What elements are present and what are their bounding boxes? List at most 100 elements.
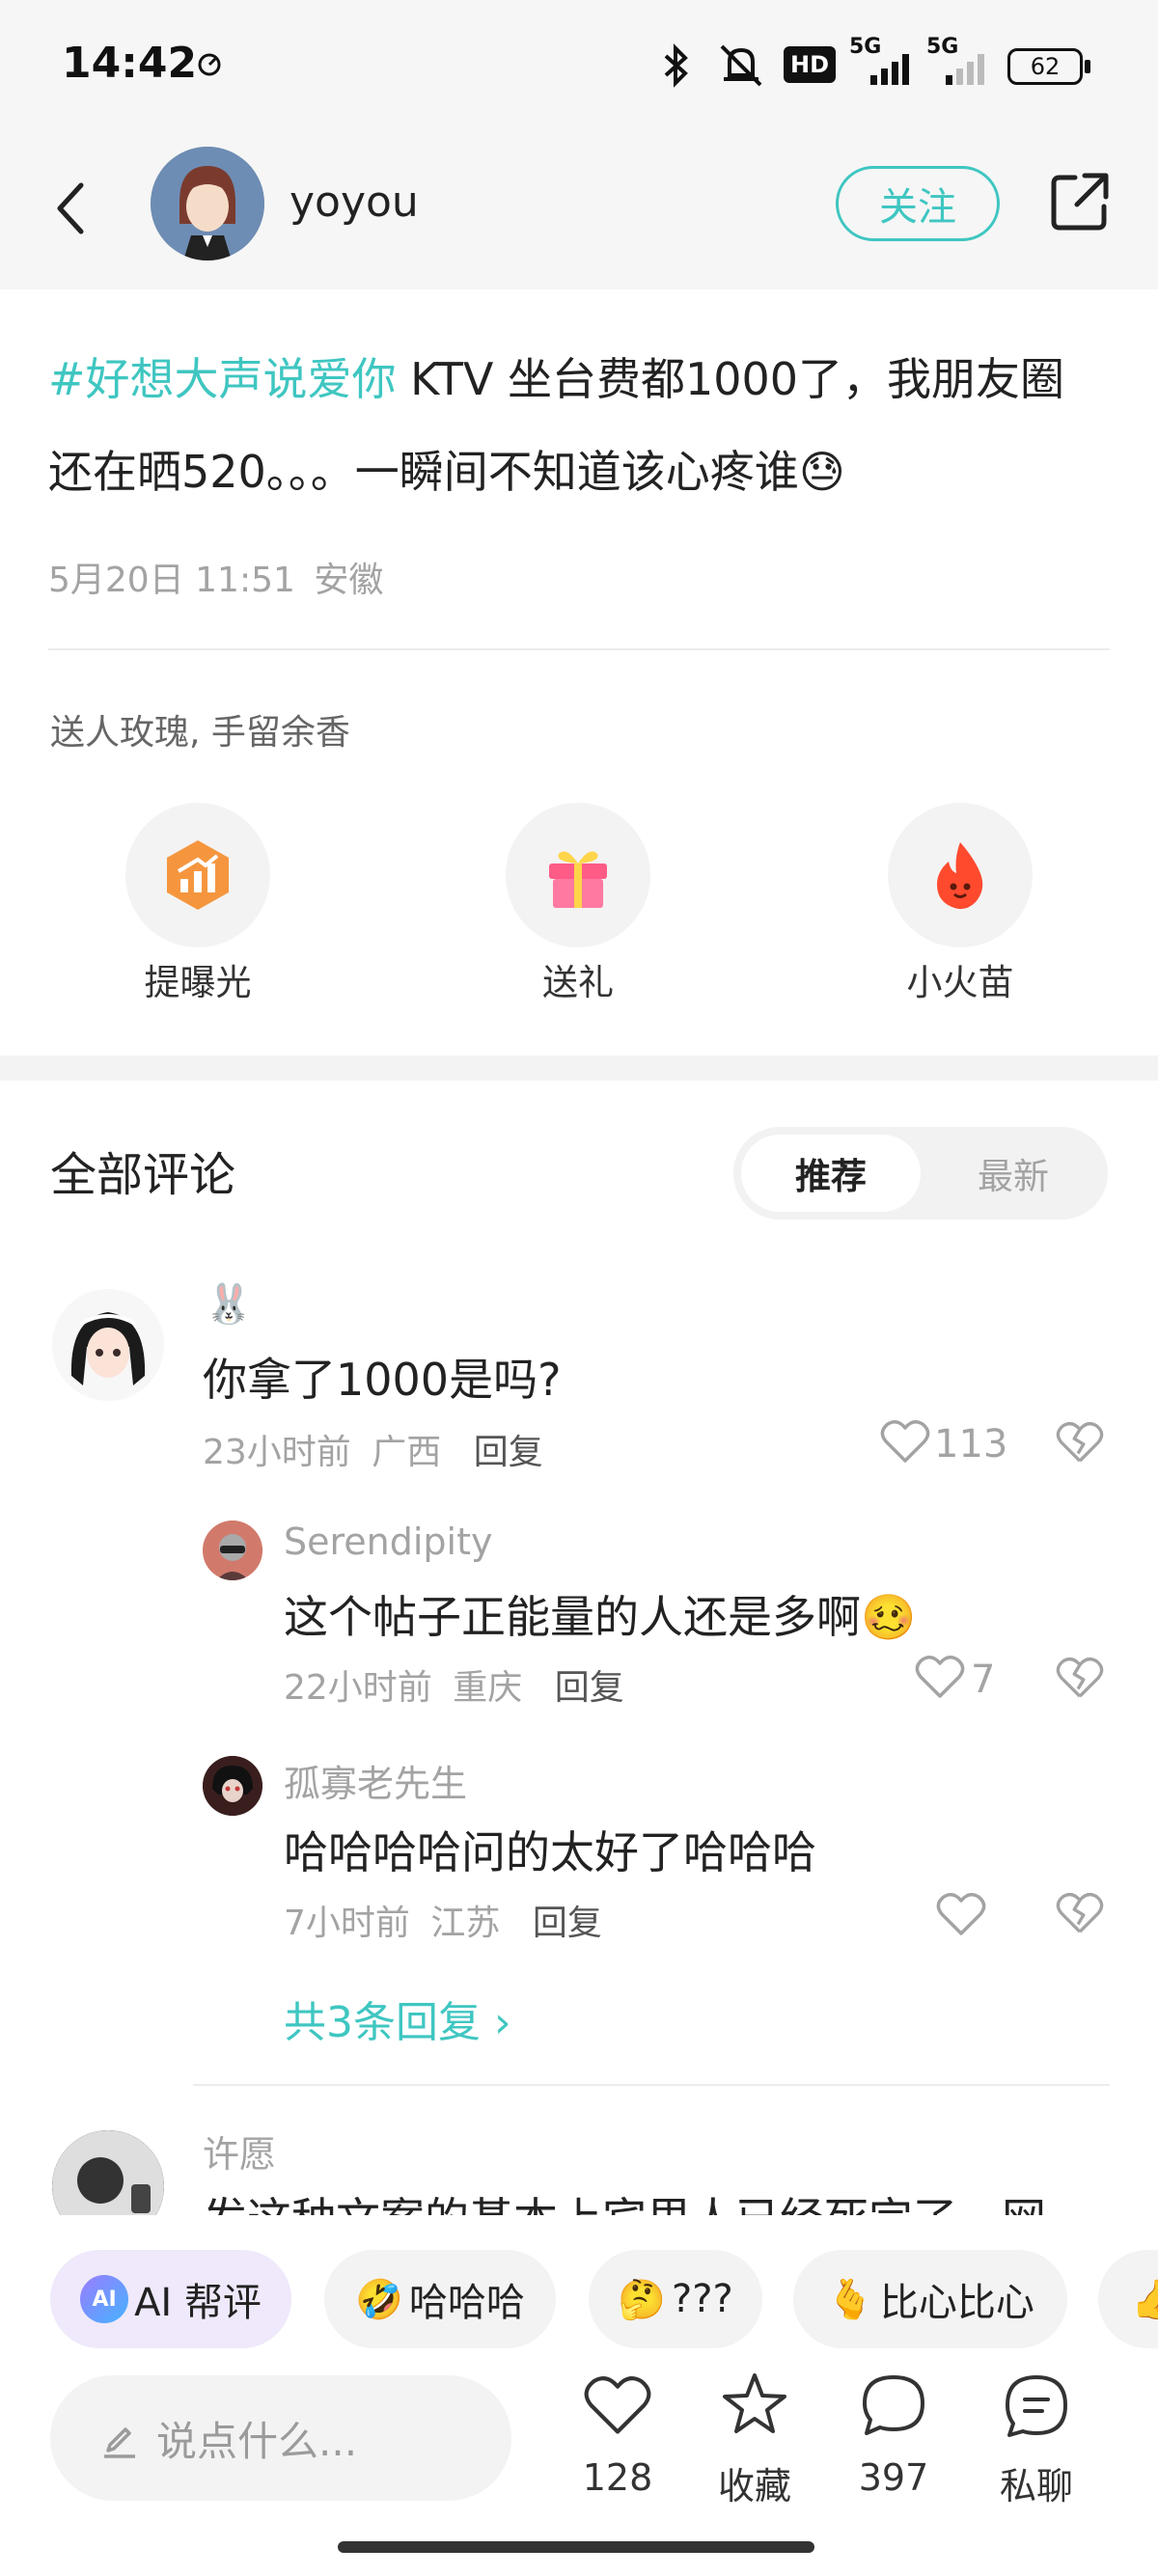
heart-icon bbox=[584, 2376, 651, 2434]
post-line-2: 还在晒520。。。一瞬间不知道该心疼谁😓 bbox=[48, 425, 1119, 518]
comment-text: 发这种文案的基本上宾里人已经死完了，网 bbox=[203, 2184, 1046, 2215]
quick-reply-label: 比心比心 bbox=[879, 2281, 1034, 2325]
like-count: 7 bbox=[971, 1658, 996, 1702]
reply-location: 江苏 bbox=[430, 1904, 501, 1943]
comments-count: 397 bbox=[858, 2456, 929, 2499]
commenter-name-emoji: 🐰 bbox=[205, 1282, 253, 1327]
divider bbox=[48, 648, 1110, 650]
like-count: 113 bbox=[934, 1422, 1008, 1466]
reply-button[interactable]: 回复 bbox=[533, 1904, 602, 1943]
rofl-emoji-icon: 🤣 bbox=[355, 2277, 403, 2322]
dislike-button[interactable] bbox=[1056, 1656, 1104, 1704]
chat-icon bbox=[1006, 2375, 1067, 2437]
private-message-button[interactable] bbox=[1004, 2373, 1069, 2443]
mute-icon bbox=[716, 41, 766, 95]
private-message-label: 私聊 bbox=[999, 2465, 1073, 2507]
comment-meta: 23小时前 广西 回复 bbox=[203, 1424, 543, 1474]
quick-reply-label: ??? bbox=[672, 2277, 733, 2321]
comment-text: 你拿了1000是吗? bbox=[203, 1354, 562, 1406]
like-post-button[interactable] bbox=[583, 2373, 652, 2441]
reply-author-name[interactable]: Serendipity bbox=[284, 1521, 493, 1563]
flame-icon bbox=[888, 803, 1033, 947]
commenter-avatar[interactable] bbox=[52, 1289, 164, 1401]
like-button[interactable] bbox=[936, 1891, 986, 1941]
comments-button[interactable] bbox=[859, 2371, 928, 2443]
view-more-replies-link[interactable]: 共3条回复 › bbox=[284, 1987, 511, 2049]
like-button[interactable] bbox=[880, 1418, 930, 1468]
heart-icon bbox=[880, 1420, 930, 1463]
sweat-emoji: 😓 bbox=[798, 446, 845, 498]
reply-text: 这个帖子正能量的人还是多啊🥴 bbox=[284, 1582, 916, 1646]
heart-icon bbox=[915, 1656, 965, 1698]
signal-icon bbox=[868, 50, 917, 89]
comment-bubble-icon bbox=[863, 2375, 924, 2435]
favorite-button[interactable] bbox=[720, 2370, 789, 2443]
reply-time: 7小时前 bbox=[284, 1904, 410, 1943]
like-post-count: 128 bbox=[582, 2456, 653, 2499]
dislike-button[interactable] bbox=[1056, 1420, 1104, 1468]
reply-location: 重庆 bbox=[453, 1668, 523, 1708]
reply-avatar[interactable] bbox=[203, 1521, 262, 1580]
share-icon[interactable] bbox=[1048, 170, 1112, 237]
battery-tip bbox=[1085, 60, 1090, 73]
reply-text-body: 这个帖子正能量的人还是多啊 bbox=[284, 1591, 861, 1643]
quick-reply-chip[interactable]: 🤔 ??? bbox=[589, 2250, 762, 2348]
reply-button[interactable]: 回复 bbox=[474, 1433, 543, 1472]
reply-text: 哈哈哈哈问的太好了哈哈哈 bbox=[284, 1826, 816, 1878]
bluetooth-icon bbox=[656, 42, 697, 93]
finger-heart-icon: 🫰 bbox=[826, 2277, 874, 2322]
broken-heart-icon bbox=[1056, 1892, 1104, 1933]
thinking-emoji-icon: 🤔 bbox=[618, 2277, 667, 2322]
dislike-button[interactable] bbox=[1056, 1891, 1104, 1939]
reply-author-name[interactable]: 孤寡老先生 bbox=[284, 1754, 467, 1807]
quick-reply-chip[interactable]: 👍 bbox=[1098, 2250, 1158, 2348]
gifts-title: 送人玫瑰, 手留余香 bbox=[50, 713, 350, 753]
exposure-boost-label: 提曝光 bbox=[144, 962, 252, 1003]
commenter-name[interactable]: 许愿 bbox=[203, 2124, 276, 2178]
section-separator bbox=[0, 1055, 1158, 1081]
status-bar: 14:42 HD 5G 5G 62 bbox=[0, 0, 1158, 135]
flame-button[interactable] bbox=[888, 803, 1033, 947]
author-avatar[interactable] bbox=[151, 147, 264, 260]
comment-time: 23小时前 bbox=[203, 1433, 351, 1472]
flame-label: 小火苗 bbox=[906, 962, 1014, 1003]
gift-label: 送礼 bbox=[542, 962, 614, 1003]
post-hashtag[interactable]: #好想大声说爱你 bbox=[48, 353, 397, 405]
exposure-boost-icon bbox=[125, 803, 270, 947]
comments-title: 全部评论 bbox=[50, 1148, 236, 1202]
ai-comment-chip[interactable]: AI AI 帮评 bbox=[50, 2250, 291, 2348]
commenter-avatar[interactable] bbox=[52, 2130, 164, 2215]
like-button[interactable] bbox=[915, 1654, 965, 1704]
follow-button[interactable]: 关注 bbox=[836, 166, 1000, 241]
back-icon[interactable] bbox=[52, 178, 91, 243]
author-name[interactable]: yoyou bbox=[290, 178, 419, 227]
reply-button[interactable]: 回复 bbox=[555, 1668, 624, 1708]
sort-recommend-tab[interactable]: 推荐 bbox=[741, 1135, 921, 1212]
gift-button[interactable] bbox=[506, 803, 650, 947]
signal-icon bbox=[944, 50, 992, 89]
quick-reply-chip[interactable]: 🤣 哈哈哈 bbox=[324, 2250, 556, 2348]
broken-heart-icon bbox=[1056, 1421, 1104, 1463]
reply-time: 22小时前 bbox=[284, 1668, 432, 1708]
post-text-part-1: KTV 坐台费都1000了，我朋友圈 bbox=[396, 353, 1065, 405]
reply-meta: 7小时前 江苏 回复 bbox=[284, 1895, 602, 1945]
divider bbox=[193, 2084, 1110, 2086]
heart-icon bbox=[936, 1893, 986, 1935]
speed-icon bbox=[197, 52, 222, 81]
reply-avatar[interactable] bbox=[203, 1756, 262, 1816]
pencil-icon bbox=[100, 2420, 139, 2462]
post-location: 安徽 bbox=[314, 561, 384, 600]
exposure-boost-button[interactable] bbox=[125, 803, 270, 947]
quick-reply-label: 哈哈哈 bbox=[408, 2281, 525, 2325]
sort-latest-tab[interactable]: 最新 bbox=[926, 1135, 1100, 1212]
battery-icon: 62 bbox=[1007, 48, 1083, 85]
home-indicator[interactable] bbox=[338, 2541, 814, 2553]
comment-input-placeholder: 说点什么... bbox=[156, 2417, 358, 2465]
favorite-label: 收藏 bbox=[717, 2465, 791, 2507]
post-meta: 5月20日 11:51 安徽 bbox=[48, 552, 383, 602]
post-line-1: #好想大声说爱你 KTV 坐台费都1000了，我朋友圈 bbox=[48, 333, 1119, 425]
reply-meta: 22小时前 重庆 回复 bbox=[284, 1659, 624, 1710]
gift-box-icon bbox=[506, 803, 650, 947]
woozy-emoji: 🥴 bbox=[861, 1591, 917, 1643]
quick-reply-chip[interactable]: 🫰 比心比心 bbox=[793, 2250, 1067, 2348]
